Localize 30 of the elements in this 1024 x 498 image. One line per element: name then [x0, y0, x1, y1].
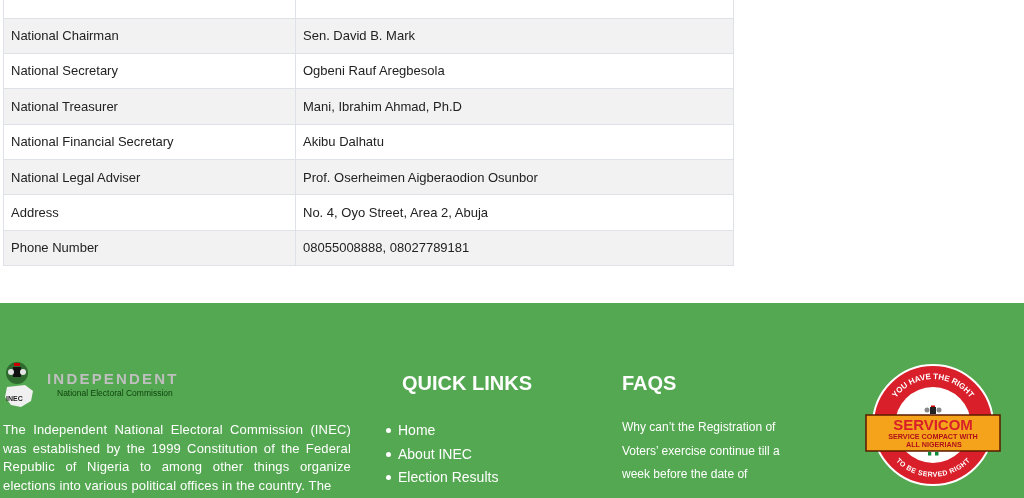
table-cell: National Treasurer	[3, 88, 296, 125]
footer-link[interactable]: About INEC	[398, 443, 472, 465]
coat-of-arms-icon	[924, 405, 942, 414]
table-cell: Ogbeni Rauf Aregbesola	[295, 53, 734, 89]
section-heading: QUICK LINKS	[402, 372, 533, 394]
table-cell: 08055008888, 08027789181	[295, 230, 734, 266]
section-heading: FAQS	[622, 372, 678, 394]
table-cell: Sen. David B. Mark	[295, 18, 734, 54]
logo-subtitle: National Electoral Commission	[57, 386, 174, 400]
logo-title: INDEPENDENT	[47, 370, 179, 387]
coat-of-arms-icon	[6, 362, 28, 384]
table-cell: National Legal Adviser	[3, 159, 296, 195]
table-cell: National Secretary	[3, 53, 296, 89]
map-shape-icon	[5, 385, 33, 407]
table-cell: National Chairman	[3, 18, 296, 54]
footer-link[interactable]: Election Results	[398, 467, 499, 489]
footer-link[interactable]: Home	[398, 420, 436, 442]
seal-title: SERVICOM	[893, 416, 973, 433]
table-cell: Akibu Dalhatu	[295, 124, 734, 160]
bullet-icon	[386, 451, 391, 457]
bullet-icon	[386, 428, 391, 434]
table-cell: National Financial Secretary	[3, 124, 296, 160]
table-cell: Address	[3, 194, 296, 231]
faq-question[interactable]: Why can’t the Registration of Voters’ exercise continue till a week before the date of	[622, 416, 787, 487]
bullet-icon	[386, 475, 391, 481]
table-cell: No. 4, Oyo Street, Area 2, Abuja	[295, 194, 734, 231]
table-cell: Phone Number	[3, 230, 296, 266]
table-cell: Prof. Oserheimen Aigberaodion Osunbor	[295, 159, 734, 195]
table-cell: Mani, Ibrahim Ahmad, Ph.D	[295, 88, 734, 125]
about-text: The Independent National Electoral Commission (INEC) was established by the 1999 Constitution of the Federal Republic of Nigeria to among other things organize elections into various political offices in the country. The	[3, 421, 351, 495]
